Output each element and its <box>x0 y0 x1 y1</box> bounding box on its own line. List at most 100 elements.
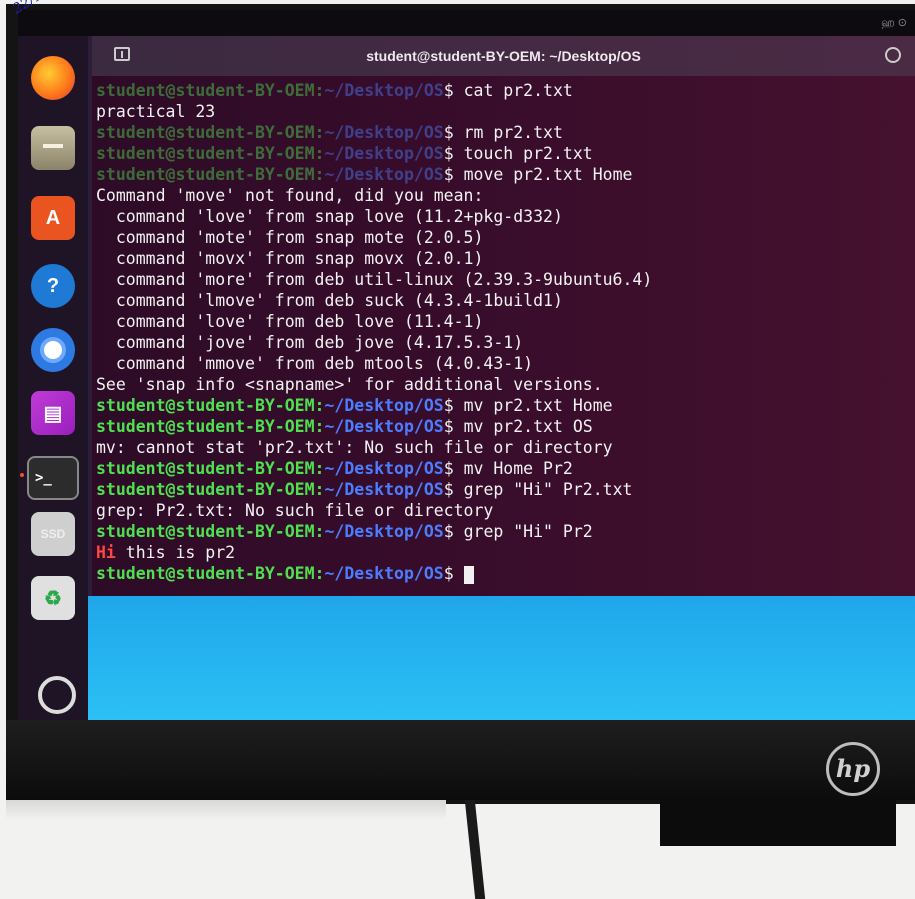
text-cursor[interactable] <box>463 565 474 584</box>
output-text: command 'lmove' from deb suck (4.3.4-1bu… <box>96 291 563 310</box>
terminal-line: command 'lmove' from deb suck (4.3.4-1bu… <box>96 290 911 311</box>
prompt-user: student@student-BY-OEM <box>96 144 315 163</box>
grep-match: Hi <box>96 543 116 562</box>
terminal-header[interactable]: student@student-BY-OEM: ~/Desktop/OS <box>92 36 915 76</box>
top-bar: ஹ ⊙ <box>18 10 915 36</box>
terminal-window[interactable]: student@student-BY-OEM: ~/Desktop/OS stu… <box>92 36 915 596</box>
prompt-path: ~/Desktop/OS <box>324 165 444 184</box>
trash-icon[interactable]: ♻ <box>31 576 75 620</box>
prompt-path: ~/Desktop/OS <box>324 396 444 415</box>
prompt-colon: : <box>314 81 325 100</box>
terminal-line: student@student-BY-OEM:~/Desktop/OS$ tou… <box>96 143 911 164</box>
help-icon[interactable]: ? <box>31 264 75 308</box>
output-text: command 'mote' from snap mote (2.0.5) <box>96 228 484 247</box>
output-text: See 'snap info <snapname>' for additiona… <box>96 375 603 394</box>
terminal-line: command 'mote' from snap mote (2.0.5) <box>96 227 911 248</box>
prompt-path: ~/Desktop/OS <box>324 81 444 100</box>
ssd-label: SSD <box>40 527 66 541</box>
output-text: command 'jove' from deb jove (4.17.5.3-1… <box>96 333 524 352</box>
prompt-user: student@student-BY-OEM <box>96 396 315 415</box>
terminal-line: grep: Pr2.txt: No such file or directory <box>96 500 911 521</box>
system-tray[interactable]: ஹ ⊙ <box>881 16 907 31</box>
terminal-line: student@student-BY-OEM:~/Desktop/OS$ mv … <box>96 416 911 437</box>
terminal-line: See 'snap info <snapname>' for additiona… <box>96 374 911 395</box>
prompt-colon: : <box>314 564 325 583</box>
prompt-user: student@student-BY-OEM <box>96 480 315 499</box>
command-text: $ mv pr2.txt OS <box>443 417 593 436</box>
command-text: $ mv Home Pr2 <box>443 459 573 478</box>
terminal-line: student@student-BY-OEM:~/Desktop/OS$ mv … <box>96 458 911 479</box>
app-center-icon[interactable]: A <box>31 196 75 240</box>
prompt-user: student@student-BY-OEM <box>96 522 315 541</box>
terminal-line: command 'love' from deb love (11.4-1) <box>96 311 911 332</box>
dock: A ? ▤ >_ SSD ♻ <box>18 36 88 720</box>
chromium-icon[interactable] <box>31 328 75 372</box>
terminal-output[interactable]: student@student-BY-OEM:~/Desktop/OS$ cat… <box>96 80 911 584</box>
terminal-icon[interactable]: >_ <box>27 456 79 500</box>
prompt-colon: : <box>314 522 325 541</box>
terminal-line: command 'more' from deb util-linux (2.39… <box>96 269 911 290</box>
output-text: this is pr2 <box>115 543 236 562</box>
terminal-line: command 'love' from snap love (11.2+pkg-… <box>96 206 911 227</box>
terminal-line: student@student-BY-OEM:~/Desktop/OS$ cat… <box>96 80 911 101</box>
command-text: $ rm pr2.txt <box>443 123 563 142</box>
output-text: command 'love' from deb love (11.4-1) <box>96 312 484 331</box>
prompt-colon: : <box>314 144 325 163</box>
output-text: command 'love' from snap love (11.2+pkg-… <box>96 207 563 226</box>
terminal-line: command 'movx' from snap movx (2.0.1) <box>96 248 911 269</box>
files-icon[interactable] <box>31 126 75 170</box>
search-icon[interactable] <box>885 47 901 63</box>
prompt-user: student@student-BY-OEM <box>96 81 315 100</box>
desktop-background <box>88 596 915 720</box>
prompt-colon: : <box>314 165 325 184</box>
desk-shadow <box>6 800 446 820</box>
command-text: $ grep "Hi" Pr2.txt <box>443 480 633 499</box>
calc-icon[interactable]: ▤ <box>31 391 75 435</box>
prompt-colon: : <box>314 459 325 478</box>
firefox-icon[interactable] <box>31 56 75 100</box>
prompt-user: student@student-BY-OEM <box>96 564 315 583</box>
output-text: grep: Pr2.txt: No such file or directory <box>96 501 494 520</box>
hp-logo: hp <box>826 742 880 796</box>
prompt-path: ~/Desktop/OS <box>324 123 444 142</box>
prompt-colon: : <box>314 396 325 415</box>
command-text: $ move pr2.txt Home <box>443 165 633 184</box>
terminal-line: student@student-BY-OEM:~/Desktop/OS$ gre… <box>96 521 911 542</box>
command-text: $ grep "Hi" Pr2 <box>443 522 593 541</box>
prompt-colon: : <box>314 417 325 436</box>
terminal-line: student@student-BY-OEM:~/Desktop/OS$ gre… <box>96 479 911 500</box>
prompt-colon: : <box>314 123 325 142</box>
prompt-user: student@student-BY-OEM <box>96 459 315 478</box>
terminal-line: student@student-BY-OEM:~/Desktop/OS$ mov… <box>96 164 911 185</box>
terminal-line: Command 'move' not found, did you mean: <box>96 185 911 206</box>
cable <box>464 800 486 899</box>
terminal-line: Hi this is pr2 <box>96 542 911 563</box>
output-text: practical 23 <box>96 102 216 121</box>
prompt-path: ~/Desktop/OS <box>324 480 444 499</box>
command-text: $ touch pr2.txt <box>443 144 593 163</box>
prompt-user: student@student-BY-OEM <box>96 417 315 436</box>
command-text: $ mv pr2.txt Home <box>443 396 613 415</box>
output-text: mv: cannot stat 'pr2.txt': No such file … <box>96 438 613 457</box>
prompt-path: ~/Desktop/OS <box>324 564 444 583</box>
output-text: command 'mmove' from deb mtools (4.0.43-… <box>96 354 534 373</box>
terminal-line: command 'jove' from deb jove (4.17.5.3-1… <box>96 332 911 353</box>
output-text: command 'movx' from snap movx (2.0.1) <box>96 249 484 268</box>
output-text: command 'more' from deb util-linux (2.39… <box>96 270 653 289</box>
terminal-line: command 'mmove' from deb mtools (4.0.43-… <box>96 353 911 374</box>
ssd-drive-icon[interactable]: SSD <box>31 512 75 556</box>
active-indicator <box>20 473 24 477</box>
prompt-colon: : <box>314 480 325 499</box>
command-text: $ <box>443 564 464 583</box>
monitor-bottom-bezel <box>6 720 915 800</box>
prompt-user: student@student-BY-OEM <box>96 123 315 142</box>
output-text: Command 'move' not found, did you mean: <box>96 186 484 205</box>
command-text: $ cat pr2.txt <box>443 81 573 100</box>
terminal-line: student@student-BY-OEM:~/Desktop/OS$ rm … <box>96 122 911 143</box>
show-apps-icon[interactable] <box>38 676 76 714</box>
prompt-path: ~/Desktop/OS <box>324 459 444 478</box>
prompt-path: ~/Desktop/OS <box>324 417 444 436</box>
screen: ஹ ⊙ A ? ▤ >_ SSD ♻ student@student-BY-OE… <box>18 10 915 720</box>
terminal-line: mv: cannot stat 'pr2.txt': No such file … <box>96 437 911 458</box>
terminal-line: student@student-BY-OEM:~/Desktop/OS$ mv … <box>96 395 911 416</box>
